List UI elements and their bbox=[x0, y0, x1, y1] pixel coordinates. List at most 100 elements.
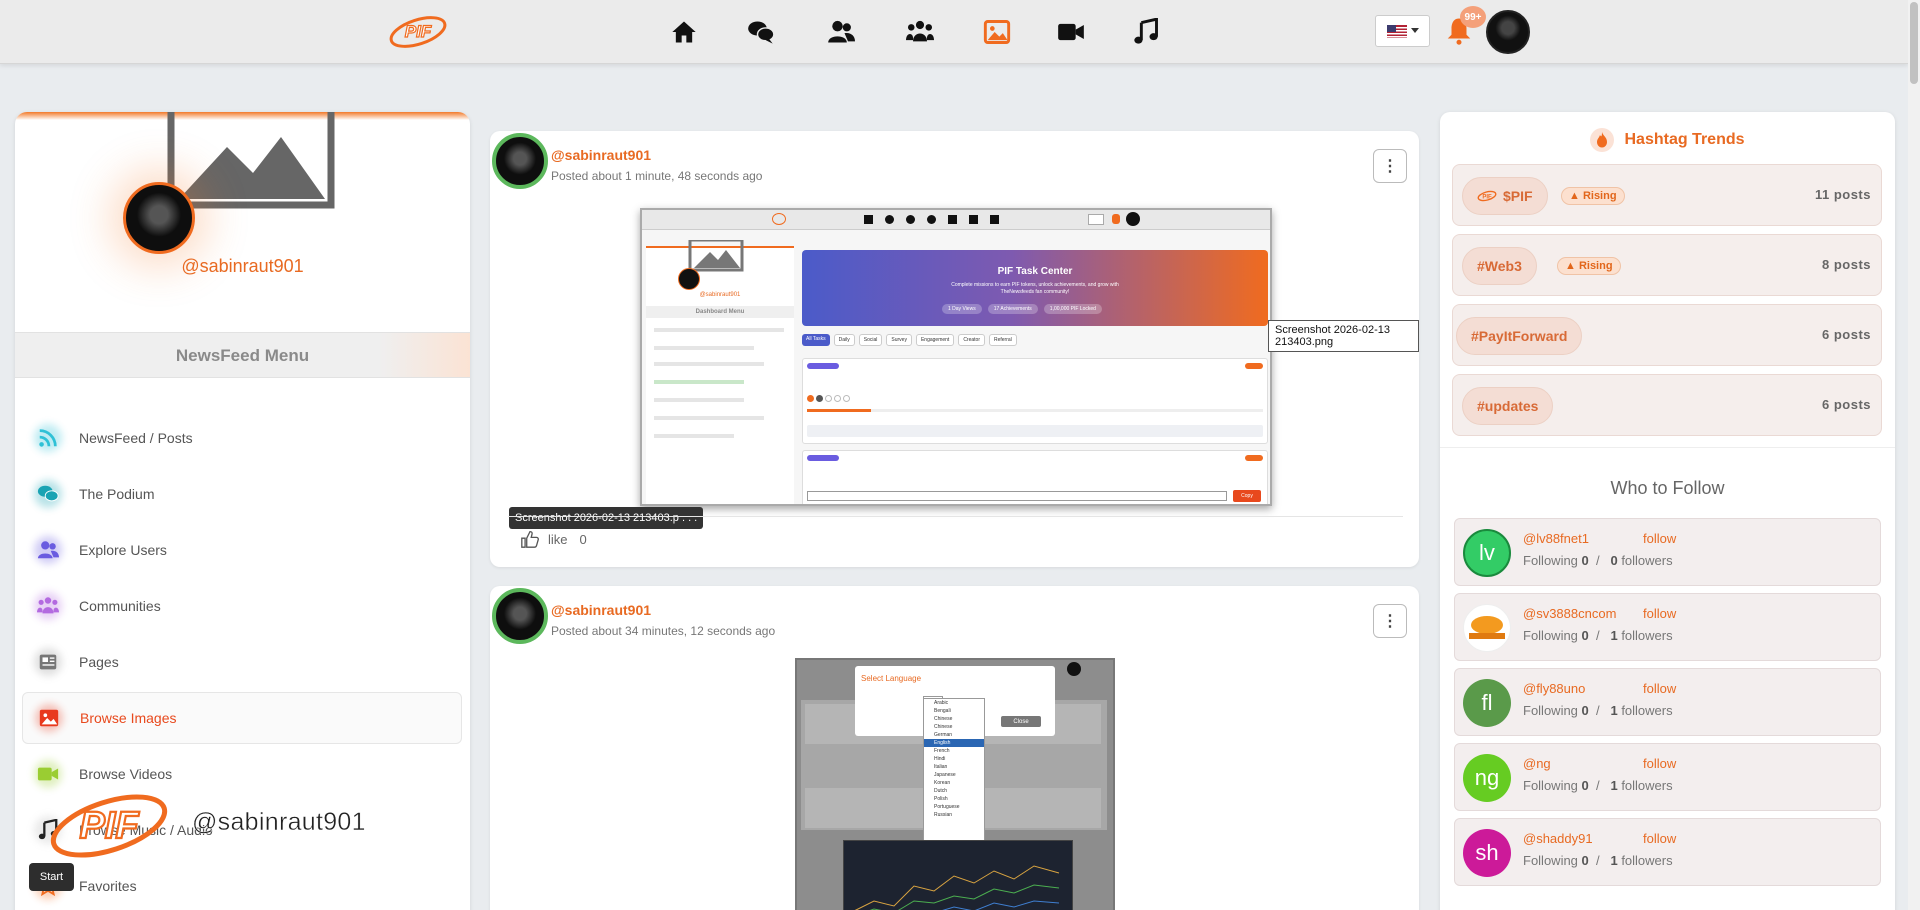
nav-music[interactable] bbox=[1129, 16, 1163, 48]
trend-post-count: 11 posts bbox=[1814, 187, 1871, 202]
avatar[interactable]: ng bbox=[1463, 754, 1511, 802]
trend-card[interactable]: PIF $PIF ▲ Rising 11 posts bbox=[1452, 164, 1882, 226]
avatar[interactable]: fl bbox=[1463, 679, 1511, 727]
profile-avatar[interactable] bbox=[123, 182, 195, 254]
pif-logo-text: PIF bbox=[405, 22, 432, 41]
image-icon bbox=[39, 709, 59, 727]
chat-icon bbox=[37, 485, 59, 502]
thumbs-up-icon[interactable] bbox=[520, 530, 540, 548]
suggested-username[interactable]: @sv3888cncom bbox=[1523, 606, 1616, 621]
chevron-down-icon bbox=[1410, 28, 1419, 33]
communities-icon bbox=[906, 20, 934, 42]
divider bbox=[1440, 447, 1895, 448]
menu-title: NewsFeed Menu bbox=[15, 332, 470, 378]
language-select[interactable] bbox=[1375, 15, 1430, 47]
hashtag-pill[interactable]: #Web3 bbox=[1462, 247, 1537, 285]
nav-videos[interactable] bbox=[1054, 16, 1088, 48]
inner-close-button: Close bbox=[1001, 716, 1041, 727]
post-author-avatar[interactable] bbox=[492, 133, 548, 189]
post-image[interactable]: Select Language Close Arabic Bengali Chi… bbox=[795, 658, 1115, 910]
post-author-avatar[interactable] bbox=[492, 588, 548, 644]
trend-card[interactable]: #Web3 ▲ Rising 8 posts bbox=[1452, 234, 1882, 296]
pif-logo[interactable]: PIF bbox=[386, 10, 450, 52]
hashtag-label: #PayItForward bbox=[1471, 328, 1568, 344]
menu-item-label: Browse Videos bbox=[79, 766, 173, 782]
nav-home[interactable] bbox=[667, 16, 701, 48]
nav-users[interactable] bbox=[824, 16, 858, 48]
user-avatar[interactable] bbox=[1486, 10, 1530, 54]
overlay-pif-logo: PIF bbox=[50, 794, 168, 858]
avatar[interactable]: sh bbox=[1463, 829, 1511, 877]
notification-badge: 99+ bbox=[1460, 6, 1486, 28]
brand-logo-icon bbox=[1469, 616, 1505, 639]
hashtag-pill[interactable]: #PayItForward bbox=[1456, 317, 1583, 355]
hashtag-pill[interactable]: PIF $PIF bbox=[1462, 177, 1548, 215]
menu-item-pages[interactable]: Pages bbox=[22, 636, 462, 688]
menu-item-podium[interactable]: The Podium bbox=[22, 468, 462, 520]
overlay-username: @sabinraut901 bbox=[192, 808, 366, 836]
overlay-logo-text: PIF bbox=[79, 805, 140, 847]
follow-stats: Following 0 / 0 followers bbox=[1523, 553, 1673, 568]
menu-item-browse-images[interactable]: Browse Images bbox=[22, 692, 462, 744]
menu-item-explore-users[interactable]: Explore Users bbox=[22, 524, 462, 576]
post-options-button[interactable]: ⋮ bbox=[1373, 149, 1407, 183]
inner-tab: Referral bbox=[989, 334, 1017, 346]
avatar[interactable] bbox=[1463, 604, 1511, 652]
post-image[interactable]: @sabinraut901 Dashboard Menu PIF Task Ce… bbox=[640, 208, 1272, 506]
nav-chat[interactable] bbox=[744, 16, 778, 48]
nav-images[interactable] bbox=[980, 16, 1014, 48]
language-option: Italian bbox=[934, 764, 948, 770]
home-icon bbox=[672, 21, 696, 43]
hashtag-trends-title: Hashtag Trends bbox=[1624, 131, 1745, 149]
avatar[interactable]: lv bbox=[1463, 529, 1511, 577]
us-flag-icon bbox=[1386, 24, 1407, 38]
suggested-username[interactable]: @fly88uno bbox=[1523, 681, 1585, 696]
follow-suggestion: ng @ng follow Following 0 / 1 followers bbox=[1454, 743, 1881, 811]
follow-suggestion: sh @shaddy91 follow Following 0 / 1 foll… bbox=[1454, 818, 1881, 886]
like-button[interactable]: like bbox=[548, 532, 568, 547]
suggested-username[interactable]: @ng bbox=[1523, 756, 1551, 771]
language-option: German bbox=[934, 732, 953, 738]
newspaper-icon bbox=[39, 654, 57, 670]
inner-pill: 17 Achievements bbox=[987, 304, 1038, 314]
nav-communities[interactable] bbox=[903, 16, 937, 48]
start-button[interactable]: Start bbox=[29, 863, 74, 891]
follow-button[interactable]: follow bbox=[1643, 531, 1676, 546]
language-option: Russian bbox=[934, 812, 953, 818]
suggested-username[interactable]: @lv88fnet1 bbox=[1523, 531, 1589, 546]
follow-button[interactable]: follow bbox=[1643, 831, 1676, 846]
trend-post-count: 8 posts bbox=[1821, 257, 1871, 272]
follow-button[interactable]: follow bbox=[1643, 681, 1676, 696]
inner-banner-title: PIF Task Center bbox=[997, 266, 1073, 277]
svg-text:PIF: PIF bbox=[1482, 195, 1492, 201]
rising-badge: ▲ Rising bbox=[1557, 257, 1621, 275]
inner-task-card bbox=[802, 358, 1268, 444]
menu-item-label: The Podium bbox=[79, 486, 155, 502]
profile-username[interactable]: @sabinraut901 bbox=[15, 256, 470, 277]
post-options-button[interactable]: ⋮ bbox=[1373, 604, 1407, 638]
language-option: Portuguese bbox=[934, 804, 960, 810]
menu-item-newsfeed[interactable]: NewsFeed / Posts bbox=[22, 412, 462, 464]
menu-item-communities[interactable]: Communities bbox=[22, 580, 462, 632]
scrollbar-thumb[interactable] bbox=[1910, 2, 1918, 84]
inner-menu-title: Dashboard Menu bbox=[646, 306, 794, 318]
trend-card[interactable]: #updates 6 posts bbox=[1452, 374, 1882, 436]
hashtag-pill[interactable]: #updates bbox=[1462, 387, 1554, 425]
post-timestamp: Posted about 1 minute, 48 seconds ago bbox=[551, 169, 763, 183]
hashtag-label: #Web3 bbox=[1477, 258, 1522, 274]
follow-stats: Following 0 / 1 followers bbox=[1523, 703, 1673, 718]
post-author[interactable]: @sabinraut901 bbox=[551, 602, 651, 618]
language-option: Bengali bbox=[934, 708, 951, 714]
suggested-username[interactable]: @shaddy91 bbox=[1523, 831, 1593, 846]
fire-icon bbox=[1590, 128, 1615, 152]
post-author[interactable]: @sabinraut901 bbox=[551, 147, 651, 163]
inner-modal-title: Select Language bbox=[861, 674, 922, 683]
follow-button[interactable]: follow bbox=[1643, 756, 1676, 771]
inner-tab: Social bbox=[858, 334, 883, 346]
follow-button[interactable]: follow bbox=[1643, 606, 1676, 621]
inner-tab: Creator bbox=[958, 334, 985, 346]
page-scrollbar[interactable] bbox=[1908, 0, 1920, 910]
users-icon bbox=[37, 541, 59, 559]
trend-card[interactable]: #PayItForward 6 posts bbox=[1452, 304, 1882, 366]
language-option: Hindi bbox=[934, 756, 946, 762]
